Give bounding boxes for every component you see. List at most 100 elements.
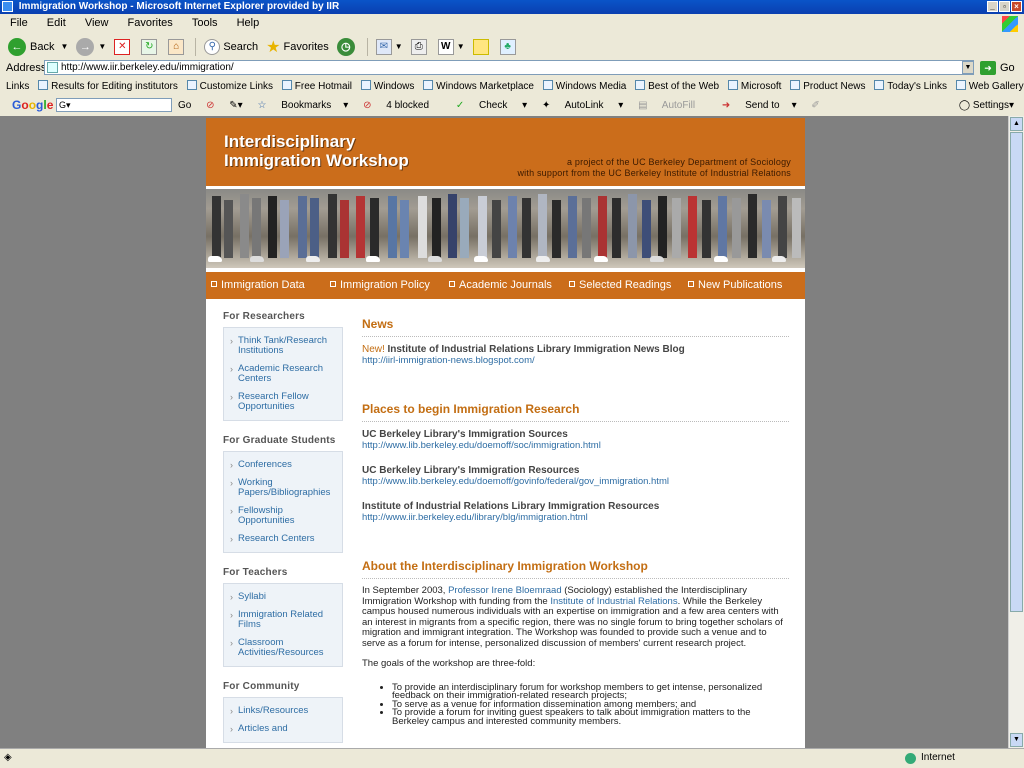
sidebar-link[interactable]: Links/Resources: [230, 706, 336, 717]
autofill-button[interactable]: ▤ AutoFill: [638, 100, 707, 111]
close-button[interactable]: ×: [1011, 1, 1022, 12]
link-item[interactable]: Product News: [790, 78, 865, 95]
send-to-button[interactable]: ➜ Send to ▾: [722, 100, 797, 111]
spell-check-button[interactable]: ✓ Check ▾: [456, 100, 527, 111]
history-button[interactable]: ◷: [336, 37, 359, 56]
link-item[interactable]: Windows: [360, 78, 414, 95]
menu-edit[interactable]: Edit: [47, 17, 66, 29]
link-item[interactable]: Windows Marketplace: [423, 78, 534, 95]
ie-link-icon: [727, 80, 738, 90]
settings-button[interactable]: ◯ Settings▾: [959, 95, 1014, 116]
sidebar-heading-researchers: For Researchers: [223, 311, 305, 322]
nav-bullet-icon: [569, 281, 575, 287]
minimize-button[interactable]: _: [987, 1, 998, 12]
sidebar-link[interactable]: Articles and: [230, 724, 336, 735]
sidebar-heading-graduate: For Graduate Students: [223, 435, 336, 446]
menu-file[interactable]: File: [10, 17, 28, 29]
news-heading: News: [362, 317, 789, 337]
link-item[interactable]: Free Hotmail: [281, 78, 352, 95]
nav-selected-readings[interactable]: Selected Readings: [569, 272, 671, 299]
address-input[interactable]: http://www.iir.berkeley.edu/immigration/: [44, 60, 974, 75]
scroll-down-button[interactable]: ▼: [1010, 733, 1023, 747]
link-item[interactable]: Microsoft: [727, 78, 781, 95]
sidebar-link[interactable]: WorkingPapers/Bibliographies: [230, 478, 336, 498]
news-title: Institute of Industrial Relations Librar…: [387, 344, 685, 355]
messenger-button[interactable]: ♣: [499, 38, 519, 55]
forward-button[interactable]: → ▼: [76, 37, 106, 56]
scroll-up-button[interactable]: ▲: [1010, 117, 1023, 131]
links-label: Links: [6, 81, 30, 92]
refresh-button[interactable]: ↻: [141, 38, 160, 55]
sidebar-link[interactable]: Research Centers: [230, 534, 336, 545]
messenger-icon: ♣: [499, 38, 516, 55]
printer-icon: ⎙: [410, 38, 427, 55]
menu-favorites[interactable]: Favorites: [128, 17, 173, 29]
bloemraad-link[interactable]: Professor Irene Bloemraad: [448, 585, 562, 596]
back-button[interactable]: ← Back ▼: [8, 37, 68, 56]
sidebar-link[interactable]: ClassroomActivities/Resources: [230, 638, 336, 658]
resource-link[interactable]: http://www.lib.berkeley.edu/doemoff/govi…: [362, 476, 789, 487]
goals-intro: The goals of the workshop are three-fold…: [362, 658, 536, 669]
stop-icon: ✕: [114, 38, 131, 55]
sidebar-box-researchers: Think Tank/ResearchInstitutions Academic…: [223, 327, 343, 421]
ie-link-icon: [186, 80, 197, 90]
google-go-button[interactable]: Go: [178, 100, 191, 111]
highlight-icon[interactable]: ✎▾: [229, 100, 242, 111]
sidebar-link[interactable]: Research FellowOpportunities: [230, 392, 336, 412]
ie-link-icon: [955, 80, 966, 90]
sidebar-link[interactable]: Academic ResearchCenters: [230, 364, 336, 384]
autolink-button[interactable]: ✦ AutoLink ▾: [542, 100, 623, 111]
nav-academic-journals[interactable]: Academic Journals: [449, 272, 552, 299]
link-item[interactable]: Best of the Web: [635, 78, 719, 95]
address-label: Address: [6, 62, 47, 74]
menu-view[interactable]: View: [85, 17, 109, 29]
page-icon: [47, 62, 58, 73]
popup-blocker-icon[interactable]: ⊘: [206, 100, 214, 111]
resource-title: Institute of Industrial Relations Librar…: [362, 501, 660, 512]
notes-button[interactable]: [472, 38, 492, 55]
link-item[interactable]: Web Gallery: [955, 78, 1024, 95]
google-search-input[interactable]: G▾: [56, 98, 172, 112]
nav-new-publications[interactable]: New Publications: [688, 272, 782, 299]
goal-item: To provide a forum for inviting guest sp…: [392, 708, 789, 726]
menu-help[interactable]: Help: [237, 17, 260, 29]
home-button[interactable]: ⌂: [168, 38, 187, 55]
iir-link[interactable]: Institute of Industrial Relations: [550, 596, 677, 607]
window-title-bar: Immigration Workshop - Microsoft Interne…: [0, 0, 1024, 14]
google-logo[interactable]: Google: [12, 95, 53, 116]
maximize-button[interactable]: ▫: [999, 1, 1010, 12]
link-item[interactable]: Today's Links: [874, 78, 947, 95]
sidebar-link[interactable]: Think Tank/ResearchInstitutions: [230, 336, 336, 356]
link-item[interactable]: Customize Links: [186, 78, 273, 95]
sidebar-heading-teachers: For Teachers: [223, 567, 288, 578]
address-dropdown[interactable]: ▼: [962, 61, 974, 74]
nav-immigration-data[interactable]: Immigration Data: [211, 272, 305, 299]
stop-button[interactable]: ✕: [114, 38, 133, 55]
search-button[interactable]: ⚲ Search: [204, 38, 258, 55]
news-link[interactable]: http://iirl-immigration-news.blogspot.co…: [362, 355, 789, 366]
bookmarks-button[interactable]: ☆ Bookmarks ▾: [257, 100, 348, 111]
mail-button[interactable]: ✉ ▼: [375, 38, 403, 55]
menu-tools[interactable]: Tools: [192, 17, 218, 29]
pencil-icon[interactable]: ✐: [811, 100, 819, 111]
sidebar-link[interactable]: Conferences: [230, 460, 336, 471]
edit-button[interactable]: W ▼: [437, 38, 465, 55]
link-item[interactable]: Windows Media: [542, 78, 626, 95]
sidebar-link[interactable]: Immigration RelatedFilms: [230, 610, 336, 630]
sidebar-link[interactable]: FellowshipOpportunities: [230, 506, 336, 526]
go-button[interactable]: ➜ Go: [980, 61, 1015, 75]
sidebar-link[interactable]: Syllabi: [230, 592, 336, 603]
status-page-icon: ◈: [4, 752, 12, 763]
sidebar-heading-community: For Community: [223, 681, 300, 692]
print-button[interactable]: ⎙: [410, 38, 430, 55]
popups-blocked-button[interactable]: ⊘ 4 blocked: [363, 100, 441, 111]
scroll-thumb[interactable]: [1010, 132, 1023, 612]
nav-immigration-policy[interactable]: Immigration Policy: [330, 272, 430, 299]
link-item[interactable]: Results for Editing institutors: [38, 78, 178, 95]
resource-link[interactable]: http://www.iir.berkeley.edu/library/blg/…: [362, 512, 789, 523]
status-bar: ◈ Internet: [0, 748, 1024, 768]
resource-link[interactable]: http://www.lib.berkeley.edu/doemoff/soc/…: [362, 440, 789, 451]
vertical-scrollbar[interactable]: ▲ ▼: [1008, 116, 1024, 748]
favorites-button[interactable]: ★ Favorites: [266, 37, 329, 57]
site-title[interactable]: Interdisciplinary Immigration Workshop: [224, 132, 409, 170]
